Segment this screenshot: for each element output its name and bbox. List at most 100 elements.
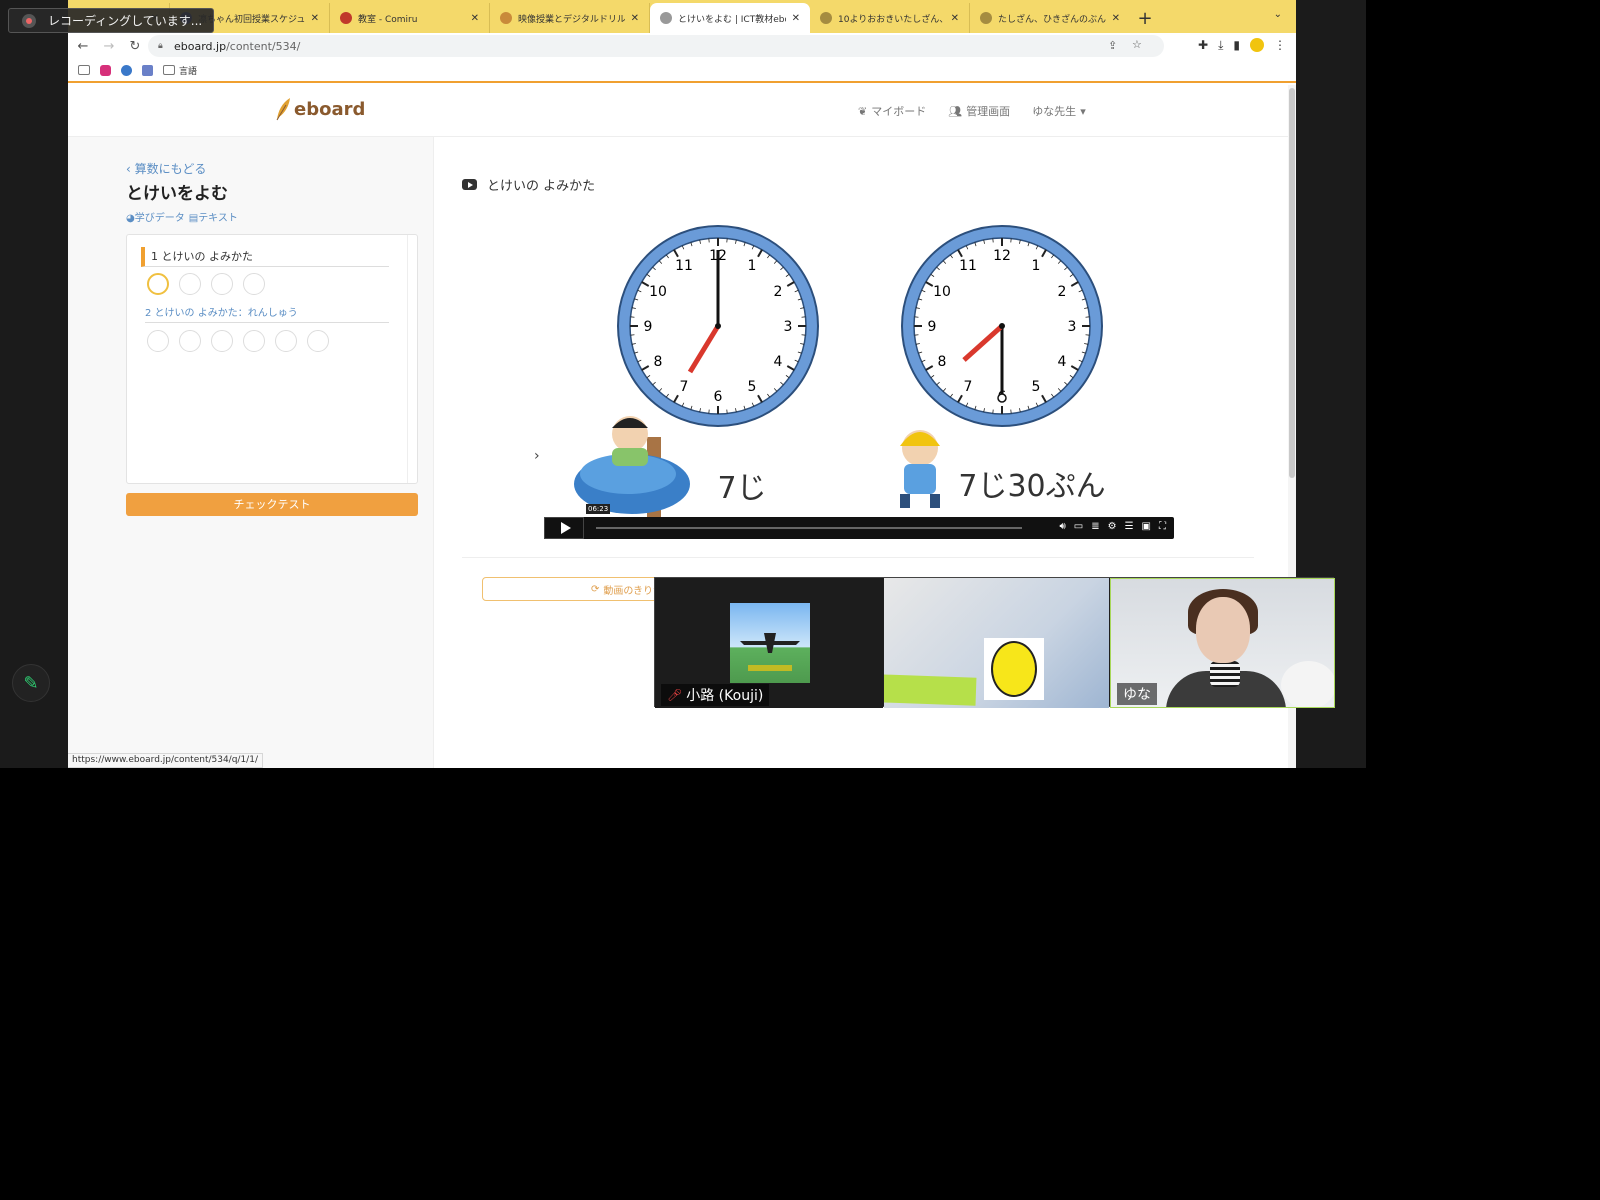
green-tape-overlay bbox=[884, 674, 977, 706]
progress-bar[interactable] bbox=[596, 527, 1022, 529]
svg-text:2: 2 bbox=[1058, 284, 1067, 300]
section-1-heading[interactable]: 1 とけいの よみかた bbox=[141, 247, 389, 267]
svg-text:7: 7 bbox=[680, 379, 689, 395]
close-icon[interactable]: ✕ bbox=[631, 13, 639, 24]
globe-favicon-icon bbox=[980, 12, 992, 24]
participant-tile-3[interactable]: ゆな bbox=[1110, 578, 1335, 708]
sidepanel-icon[interactable]: ▮ bbox=[1233, 38, 1240, 53]
video-title-text: とけいの よみかた bbox=[487, 179, 596, 194]
caret-down-icon: ▾ bbox=[1080, 104, 1086, 118]
profile-icon[interactable] bbox=[1250, 38, 1264, 52]
participant-tile-1[interactable]: 🎤︎ 小路 (Kouji) bbox=[655, 578, 883, 708]
close-icon[interactable]: ✕ bbox=[471, 13, 479, 24]
back-arrow-icon[interactable]: ← bbox=[72, 39, 94, 54]
globe-bookmark-icon[interactable] bbox=[121, 64, 132, 76]
site-nav: ❦ マイボード 👥︎ 管理画面 ゆな先生 ▾ bbox=[858, 103, 1086, 119]
progress-circle[interactable] bbox=[243, 330, 265, 352]
recording-label: レコーディングしています... bbox=[48, 14, 203, 28]
progress-circle[interactable] bbox=[179, 273, 201, 295]
chevron-down-icon[interactable]: ⌄ bbox=[1274, 9, 1282, 20]
progress-circle[interactable] bbox=[179, 330, 201, 352]
close-icon[interactable]: ✕ bbox=[1112, 13, 1120, 24]
progress-circle[interactable] bbox=[243, 273, 265, 295]
play-button[interactable] bbox=[544, 517, 584, 539]
bookmarks-bar: 言語 bbox=[68, 59, 1296, 83]
participant-tile-2[interactable] bbox=[884, 578, 1109, 708]
page-scrollbar-thumb[interactable] bbox=[1289, 88, 1295, 478]
lesson-title: とけいをよむ bbox=[126, 184, 228, 204]
captions-icon[interactable]: ▭ bbox=[1074, 521, 1083, 532]
tab-2[interactable]: 教室 - Comiru ✕ bbox=[330, 3, 490, 33]
recording-indicator[interactable]: レコーディングしています... bbox=[8, 8, 214, 33]
section-1-progress bbox=[147, 273, 265, 295]
bookmark-folder[interactable]: 言語 bbox=[163, 64, 197, 77]
instagram-icon[interactable] bbox=[100, 64, 111, 76]
transcript-icon[interactable]: ≣ bbox=[1091, 521, 1099, 532]
progress-circle[interactable] bbox=[275, 330, 297, 352]
section-2-heading[interactable]: 2 とけいの よみかた：れんしゅう bbox=[145, 305, 389, 323]
boy-in-bed-illustration bbox=[574, 416, 690, 517]
download-icon[interactable]: ⤓ bbox=[1218, 38, 1223, 53]
chapters-icon[interactable]: ☰ bbox=[1125, 521, 1134, 532]
tab-6[interactable]: たしざん、ひきざんのぶんしょ ✕ bbox=[970, 3, 1130, 33]
check-test-button[interactable]: チェックテスト bbox=[126, 493, 418, 516]
participant-1-name-tag: 🎤︎ 小路 (Kouji) bbox=[661, 684, 770, 706]
fullscreen-icon[interactable]: ⛶ bbox=[1159, 521, 1166, 532]
progress-circle[interactable] bbox=[211, 273, 233, 295]
settings-gear-icon[interactable]: ⚙ bbox=[1108, 521, 1117, 532]
volume-icon[interactable]: 🔊︎ bbox=[1059, 521, 1065, 532]
screen: レコーディングしています... ✕ 凛ちゃん初回授業スケジュール ✕ 教室 - … bbox=[0, 0, 1600, 1200]
tab-5[interactable]: 10よりおおきいたしざん、ひき ✕ bbox=[810, 3, 970, 33]
star-icon[interactable]: ☆ bbox=[1132, 38, 1142, 51]
player-control-icons: 🔊︎ ▭ ≣ ⚙ ☰ ▣ ⛶ bbox=[1059, 521, 1166, 532]
puzzle-icon[interactable]: ✚ bbox=[1198, 38, 1208, 53]
url-host: eboard.jp bbox=[174, 39, 227, 53]
document-icon: ▤ bbox=[188, 213, 199, 224]
nav-user-menu[interactable]: ゆな先生 ▾ bbox=[1032, 103, 1086, 119]
clocks-illustration: 12 1 2 3 4 5 6 7 8 9 10 11 bbox=[574, 225, 1106, 517]
svg-text:10: 10 bbox=[649, 284, 667, 300]
status-url: https://www.eboard.jp/content/534/q/1/1/ bbox=[68, 753, 263, 768]
new-tab-button[interactable]: + bbox=[1130, 3, 1160, 33]
video-player-controls: 06:23 🔊︎ ▭ ≣ ⚙ ☰ ▣ ⛶ bbox=[544, 504, 1174, 539]
tab-title: 映像授業とデジタルドリルで学 bbox=[518, 14, 625, 25]
participant-1-name: 小路 (Kouji) bbox=[686, 688, 764, 704]
clock-2: 12 1 2 3 4 5 6 7 8 9 10 11 bbox=[901, 225, 1103, 427]
site-logo[interactable]: eboard bbox=[274, 97, 365, 121]
pencil-icon[interactable]: ✎ bbox=[12, 664, 50, 702]
progress-circle[interactable] bbox=[147, 273, 169, 295]
translate-icon[interactable] bbox=[142, 64, 153, 76]
progress-circle[interactable] bbox=[147, 330, 169, 352]
feather-favicon-icon bbox=[500, 12, 512, 24]
boy-with-helmet-illustration bbox=[900, 430, 940, 508]
share-icon[interactable]: ⇪ bbox=[1108, 39, 1117, 52]
close-icon[interactable]: ✕ bbox=[792, 13, 800, 24]
progress-circle[interactable] bbox=[211, 330, 233, 352]
chevron-left-icon: ‹ bbox=[126, 162, 135, 176]
tab-title: 教室 - Comiru bbox=[358, 14, 418, 25]
learning-data-link[interactable]: ◕学びデータ bbox=[126, 209, 185, 224]
tab-4[interactable]: とけいをよむ | ICT教材eboard ✕ bbox=[650, 3, 810, 33]
clock-2-label: 7じ30ぷん bbox=[958, 469, 1105, 504]
reload-icon[interactable]: ↻ bbox=[124, 39, 146, 54]
nav-admin[interactable]: 👥︎ 管理画面 bbox=[948, 103, 1010, 119]
address-bar[interactable]: 🔒︎ eboard.jp/content/534/ ⇪ ☆ bbox=[148, 35, 1164, 57]
pip-icon[interactable]: ▣ bbox=[1142, 521, 1151, 532]
folder-icon[interactable] bbox=[78, 65, 90, 75]
nav-myboard[interactable]: ❦ マイボード bbox=[858, 103, 926, 119]
chevron-right-icon[interactable]: › bbox=[534, 448, 540, 464]
close-icon[interactable]: ✕ bbox=[951, 13, 959, 24]
progress-circle[interactable] bbox=[307, 330, 329, 352]
close-icon[interactable]: ✕ bbox=[311, 13, 319, 24]
video-frame[interactable]: 12 1 2 3 4 5 6 7 8 9 10 11 bbox=[542, 212, 1170, 542]
participant-3-name-tag: ゆな bbox=[1117, 683, 1157, 705]
menu-icon[interactable]: ⋮ bbox=[1274, 38, 1286, 53]
back-link[interactable]: ‹ 算数にもどる bbox=[126, 160, 206, 177]
card-scrollbar[interactable] bbox=[407, 235, 417, 483]
leaf-icon: ❦ bbox=[858, 104, 868, 118]
text-link[interactable]: ▤テキスト bbox=[189, 209, 238, 224]
tab-3[interactable]: 映像授業とデジタルドリルで学 ✕ bbox=[490, 3, 650, 33]
forward-arrow-icon[interactable]: → bbox=[98, 39, 120, 54]
pie-chart-icon: ◕ bbox=[126, 213, 135, 224]
svg-text:3: 3 bbox=[1068, 319, 1077, 335]
